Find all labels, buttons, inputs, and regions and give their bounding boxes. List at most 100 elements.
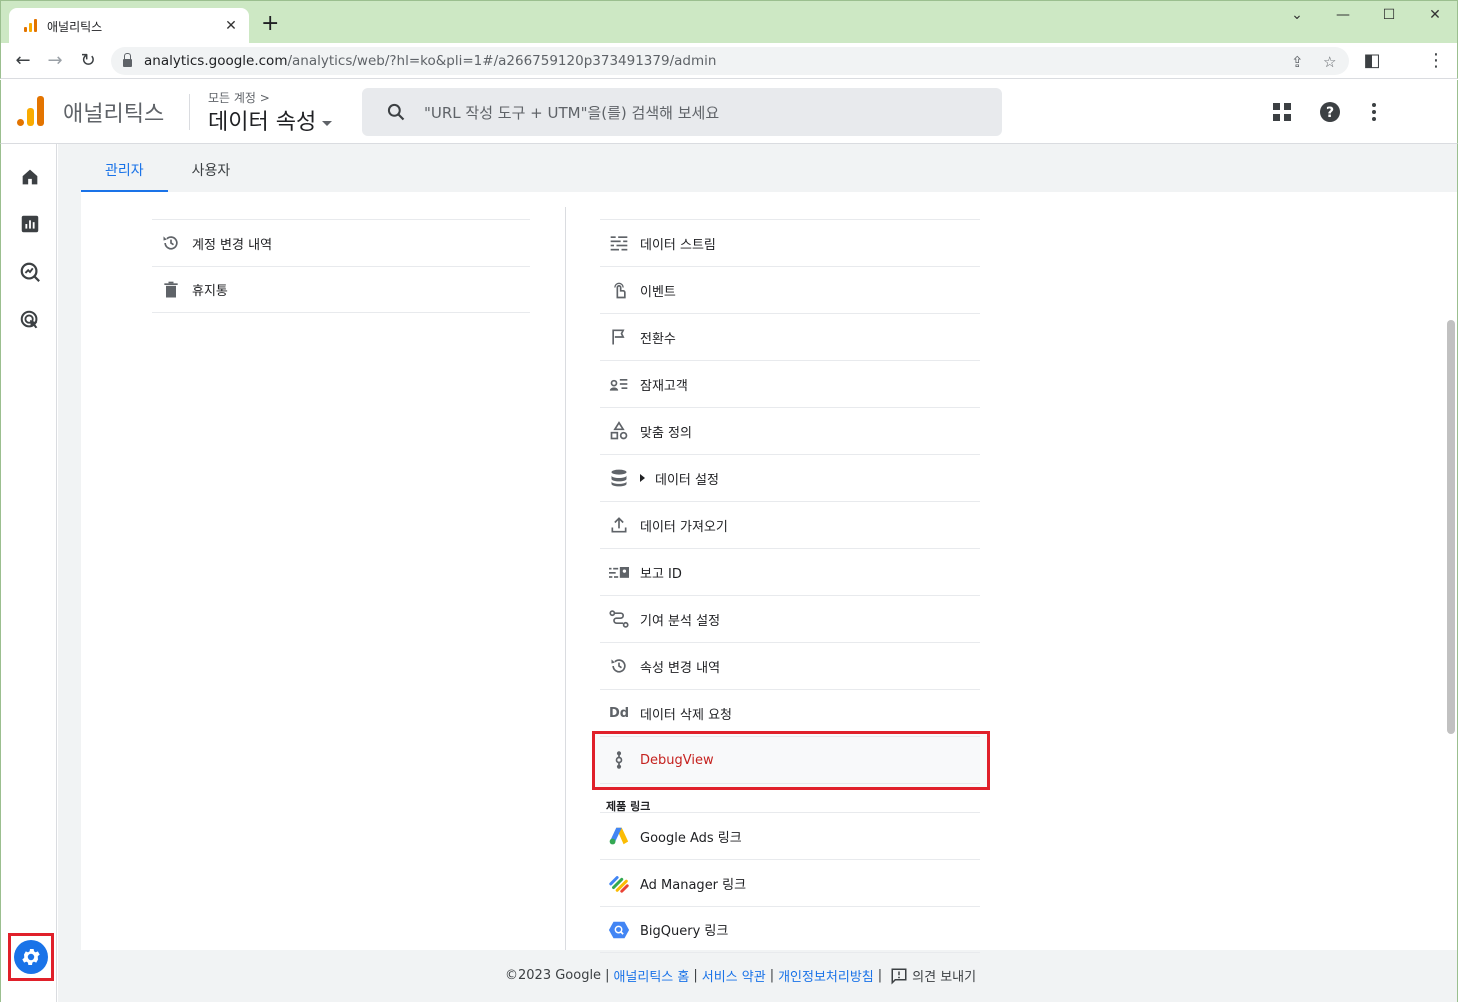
property-selector[interactable]: 데이터 속성 (208, 104, 333, 136)
menu-item-audiences[interactable]: 잠재고객 (600, 360, 980, 407)
menu-item-attribution-settings[interactable]: 기여 분석 설정 (600, 595, 980, 642)
share-icon[interactable]: ⇪ (1291, 53, 1304, 71)
reload-button[interactable]: ↻ (76, 49, 100, 73)
copyright: ©2023 Google (505, 968, 602, 983)
report-id-icon (608, 561, 630, 583)
apps-grid-icon[interactable] (1270, 100, 1294, 124)
gear-icon (22, 949, 40, 965)
menu-item-label: 데이터 가져오기 (640, 519, 728, 535)
menu-item-trash[interactable]: 휴지통 (152, 266, 530, 313)
browser-tab[interactable]: 애널리틱스 ✕ (9, 8, 249, 44)
menu-item-label: BigQuery 링크 (640, 924, 729, 939)
menu-item-reporting-id[interactable]: 보고 ID (600, 548, 980, 595)
attribution-icon (608, 608, 630, 630)
menu-item-label: 휴지통 (192, 284, 228, 299)
tab-close-icon[interactable]: ✕ (223, 18, 239, 34)
admin-button[interactable] (8, 933, 54, 981)
footer-separator: | (877, 968, 883, 983)
footer-separator: | (693, 968, 698, 983)
footer-separator: | (605, 968, 610, 983)
menu-item-label: 보고 ID (640, 566, 682, 582)
menu-item-custom-definitions[interactable]: 맞춤 정의 (600, 407, 980, 454)
help-icon[interactable]: ? (1318, 100, 1342, 124)
search-icon (387, 103, 405, 121)
product-name[interactable]: 애널리틱스 (63, 96, 164, 128)
scrollbar-thumb[interactable] (1447, 320, 1455, 734)
analytics-logo-icon[interactable] (17, 96, 45, 126)
database-icon (608, 467, 630, 489)
google-ads-icon (608, 825, 630, 847)
menu-item-label: Ad Manager 링크 (640, 877, 747, 893)
new-tab-button[interactable]: + (261, 13, 279, 35)
menu-item-label: 데이터 삭제 요청 (640, 707, 732, 723)
menu-item-label: 계정 변경 내역 (192, 237, 273, 253)
footer-link-privacy[interactable]: 개인정보처리방침 (778, 966, 874, 985)
home-icon[interactable] (19, 166, 41, 188)
product-links-menu: Google Ads 링크 Ad Manager 링크 BigQuery 링크 (600, 812, 980, 953)
side-panel-icon[interactable]: ◧ (1360, 49, 1384, 73)
menu-item-account-history[interactable]: 계정 변경 내역 (152, 219, 530, 266)
back-button[interactable]: ← (11, 49, 35, 73)
feedback-button[interactable]: 의견 보내기 (890, 966, 976, 985)
menu-item-label: 맞춤 정의 (640, 425, 692, 441)
feedback-icon (891, 968, 907, 985)
feedback-label: 의견 보내기 (912, 970, 977, 985)
search-bar[interactable]: "URL 작성 도구 + UTM"을(를) 검색해 보세요 (362, 88, 1002, 136)
more-options-icon[interactable] (1362, 100, 1386, 124)
shapes-icon (608, 420, 630, 442)
address-bar[interactable]: analytics.google.com/analytics/web/?hl=k… (111, 47, 1349, 75)
menu-item-data-settings[interactable]: 데이터 설정 (600, 454, 980, 501)
admin-gear (14, 940, 48, 974)
minimize-button[interactable]: — (1328, 7, 1358, 23)
menu-item-ad-manager-links[interactable]: Ad Manager 링크 (600, 859, 980, 906)
touch-icon (608, 279, 630, 301)
tab-search-icon[interactable]: ⌄ (1282, 7, 1312, 23)
history-icon (608, 655, 630, 677)
menu-item-label: 기여 분석 설정 (640, 613, 721, 629)
menu-item-bigquery-links[interactable]: BigQuery 링크 (600, 906, 980, 953)
bigquery-icon (608, 919, 630, 941)
menu-item-data-import[interactable]: 데이터 가져오기 (600, 501, 980, 548)
maximize-button[interactable]: ☐ (1374, 7, 1404, 23)
menu-item-google-ads-links[interactable]: Google Ads 링크 (600, 812, 980, 859)
menu-item-property-history[interactable]: 속성 변경 내역 (600, 642, 980, 689)
explore-icon[interactable] (19, 261, 41, 283)
flag-icon (608, 326, 630, 348)
ga-header: 애널리틱스 모든 계정 > 데이터 속성 "URL 작성 도구 + UTM"을(… (0, 80, 1458, 144)
advertising-icon[interactable] (19, 309, 41, 331)
menu-item-debugview[interactable]: DebugView (600, 736, 980, 784)
admin-tabs: 관리자 사용자 (81, 146, 254, 192)
tab-user[interactable]: 사용자 (168, 146, 255, 192)
footer-link-terms[interactable]: 서비스 약관 (702, 966, 766, 985)
left-nav-rail (0, 144, 57, 1002)
footer-separator: | (769, 968, 775, 983)
footer-link-home[interactable]: 애널리틱스 홈 (613, 966, 689, 985)
footer: ©2023 Google | 애널리틱스 홈 | 서비스 약관 | 개인정보처리… (505, 966, 976, 985)
debug-icon (608, 749, 630, 771)
forward-button[interactable]: → (43, 49, 67, 73)
menu-item-data-streams[interactable]: 데이터 스트림 (600, 219, 980, 266)
menu-item-label: 잠재고객 (640, 378, 688, 394)
property-name: 데이터 속성 (208, 110, 317, 135)
url-text[interactable]: analytics.google.com/analytics/web/?hl=k… (144, 53, 716, 69)
reports-icon[interactable] (19, 213, 41, 235)
browser-toolbar: ← → ↻ analytics.google.com/analytics/web… (0, 43, 1458, 79)
menu-item-label: Google Ads 링크 (640, 830, 742, 846)
menu-item-label: 속성 변경 내역 (640, 660, 721, 676)
ad-manager-icon (608, 872, 630, 894)
header-divider (189, 94, 190, 130)
menu-item-label: 데이터 스트림 (640, 237, 716, 253)
browser-menu-icon[interactable]: ⋮ (1424, 49, 1448, 73)
tab-admin[interactable]: 관리자 (81, 146, 168, 192)
tab-title: 애널리틱스 (47, 19, 103, 34)
column-divider (565, 207, 566, 950)
menu-item-label: 이벤트 (640, 284, 676, 300)
menu-item-data-deletion[interactable]: Dd 데이터 삭제 요청 (600, 689, 980, 736)
menu-item-conversions[interactable]: 전환수 (600, 313, 980, 360)
menu-item-label: 데이터 설정 (655, 472, 719, 488)
close-window-button[interactable]: ✕ (1420, 7, 1450, 23)
trash-icon (160, 279, 182, 301)
bookmark-star-icon[interactable]: ☆ (1323, 53, 1336, 71)
menu-item-events[interactable]: 이벤트 (600, 266, 980, 313)
expand-arrow-icon[interactable] (640, 474, 645, 482)
